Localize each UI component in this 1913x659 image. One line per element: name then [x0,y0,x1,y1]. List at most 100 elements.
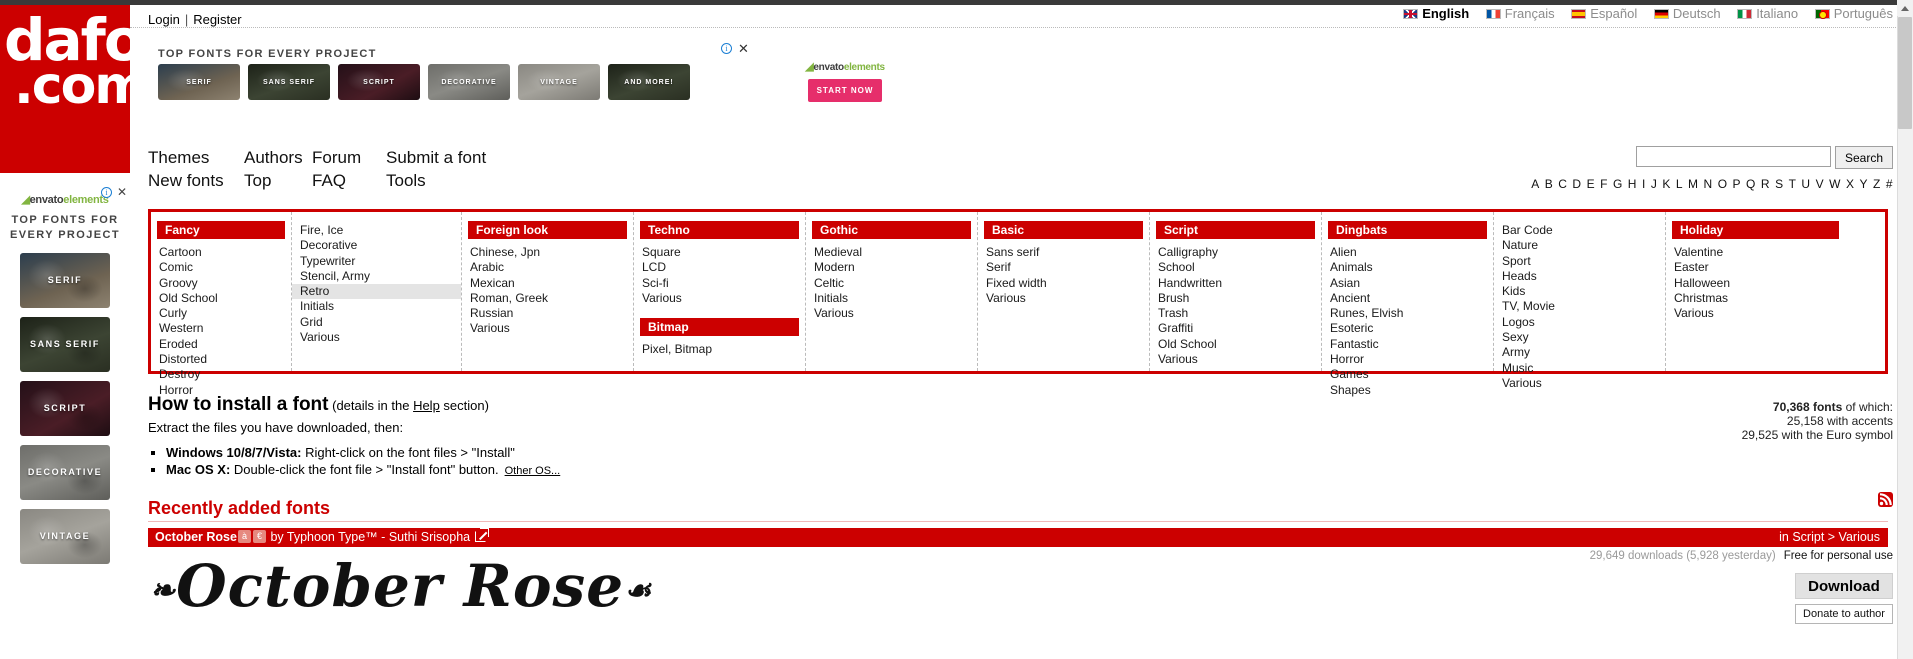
category-link-school[interactable]: School [1150,260,1321,275]
info-icon[interactable]: i [101,187,112,198]
sidebar-ad-card-sans-serif[interactable]: SANS SERIF [20,317,110,372]
category-link-curly[interactable]: Curly [151,306,291,321]
category-link-various[interactable]: Various [634,291,805,306]
language-english[interactable]: English [1403,6,1469,21]
language-italiano[interactable]: Italiano [1737,6,1798,21]
other-os-link[interactable]: Other OS... [505,465,561,477]
category-link-army[interactable]: Army [1494,345,1665,360]
alpha-link-x[interactable]: X [1846,177,1855,191]
banner-ad-card-vintage[interactable]: VINTAGE [518,64,600,100]
nav-item-themes[interactable]: Themes [148,148,244,168]
top-banner-advertisement[interactable]: TOP FONTS FOR EVERY PROJECT SERIF SANS S… [158,41,898,118]
category-link-animals[interactable]: Animals [1322,260,1493,275]
scrollbar-thumb[interactable] [1898,17,1912,129]
category-link-mexican[interactable]: Mexican [462,276,633,291]
sidebar-ad-card-script[interactable]: SCRIPT [20,381,110,436]
alpha-link-y[interactable]: Y [1859,177,1868,191]
category-link-shapes[interactable]: Shapes [1322,383,1493,398]
category-link-roman-greek[interactable]: Roman, Greek [462,291,633,306]
category-link-grid[interactable]: Grid [292,315,461,330]
alpha-link-r[interactable]: R [1761,177,1770,191]
category-link-groovy[interactable]: Groovy [151,276,291,291]
category-link-square[interactable]: Square [634,245,805,260]
rss-icon[interactable] [1878,492,1893,507]
category-link-modern[interactable]: Modern [806,260,977,275]
category-link-eroded[interactable]: Eroded [151,337,291,352]
category-link-initials[interactable]: Initials [292,299,461,314]
category-link-sport[interactable]: Sport [1494,254,1665,269]
alpha-link-p[interactable]: P [1733,177,1742,191]
register-link[interactable]: Register [193,12,241,27]
font-preview-image[interactable]: ❧October Rose☙ [150,552,651,642]
alpha-link-n[interactable]: N [1704,177,1713,191]
category-link-trash[interactable]: Trash [1150,306,1321,321]
help-link[interactable]: Help [413,398,440,413]
alpha-link-w[interactable]: W [1829,177,1841,191]
category-link-serif[interactable]: Serif [978,260,1149,275]
category-link-esoteric[interactable]: Esoteric [1322,321,1493,336]
nav-item-tools[interactable]: Tools [386,171,526,191]
alpha-link-u[interactable]: U [1801,177,1810,191]
alpha-link-l[interactable]: L [1676,177,1683,191]
category-link-lcd[interactable]: LCD [634,260,805,275]
alpha-link-hash[interactable]: # [1886,177,1893,191]
category-link-typewriter[interactable]: Typewriter [292,254,461,269]
category-link-medieval[interactable]: Medieval [806,245,977,260]
category-link-cartoon[interactable]: Cartoon [151,245,291,260]
category-header-fancy[interactable]: Fancy [157,221,285,239]
category-link-music[interactable]: Music [1494,361,1665,376]
category-link-tv-movie[interactable]: TV, Movie [1494,299,1665,314]
alpha-link-g[interactable]: G [1613,177,1623,191]
category-link-bar-code[interactable]: Bar Code [1494,223,1665,238]
banner-ad-card-sans-serif[interactable]: SANS SERIF [248,64,330,100]
nav-item-top[interactable]: Top [244,171,312,191]
language-portugues[interactable]: Português [1814,6,1893,21]
category-link-old-school[interactable]: Old School [151,291,291,306]
alpha-link-s[interactable]: S [1775,177,1784,191]
category-link-retro[interactable]: Retro [292,284,461,300]
category-header-dingbats[interactable]: Dingbats [1328,221,1487,239]
category-link-fire-ice[interactable]: Fire, Ice [292,223,461,238]
alpha-link-d[interactable]: D [1572,177,1581,191]
category-link-christmas[interactable]: Christmas [1666,291,1845,306]
category-link-fixed-width[interactable]: Fixed width [978,276,1149,291]
info-icon[interactable]: i [721,43,732,54]
category-link-horror[interactable]: Horror [1322,352,1493,367]
category-link-ancient[interactable]: Ancient [1322,291,1493,306]
nav-item-authors[interactable]: Authors [244,148,312,168]
category-header-techno[interactable]: Techno [640,221,799,239]
category-header-bitmap[interactable]: Bitmap [640,318,799,337]
category-link-sexy[interactable]: Sexy [1494,330,1665,345]
alpha-link-h[interactable]: H [1628,177,1637,191]
download-button[interactable]: Download [1795,573,1893,599]
alpha-link-e[interactable]: E [1587,177,1596,191]
alpha-link-c[interactable]: C [1558,177,1567,191]
category-header-holiday[interactable]: Holiday [1672,221,1839,239]
category-link-various[interactable]: Various [1494,376,1665,391]
category-link-various[interactable]: Various [462,321,633,336]
external-link-icon[interactable] [475,528,490,542]
language-francais[interactable]: Français [1485,6,1555,21]
category-link-heads[interactable]: Heads [1494,269,1665,284]
alpha-link-f[interactable]: F [1600,177,1608,191]
category-link-old-school[interactable]: Old School [1150,337,1321,352]
alpha-link-v[interactable]: V [1816,177,1825,191]
sidebar-ad-card-serif[interactable]: SERIF [20,253,110,308]
category-link-celtic[interactable]: Celtic [806,276,977,291]
category-link-games[interactable]: Games [1322,367,1493,382]
banner-ad-card-serif[interactable]: SERIF [158,64,240,100]
donate-to-author-button[interactable]: Donate to author [1795,604,1893,624]
category-link-russian[interactable]: Russian [462,306,633,321]
banner-ad-card-and-more[interactable]: AND MORE! [608,64,690,100]
category-link-various[interactable]: Various [1666,306,1845,321]
category-link-western[interactable]: Western [151,321,291,336]
close-icon[interactable]: ✕ [738,41,749,57]
alpha-link-b[interactable]: B [1545,177,1554,191]
alpha-link-m[interactable]: M [1688,177,1699,191]
nav-item-new-fonts[interactable]: New fonts [148,171,244,191]
font-author[interactable]: Typhoon Type™ - Suthi Srisopha [287,530,470,544]
login-link[interactable]: Login [148,12,180,27]
category-link-halloween[interactable]: Halloween [1666,276,1845,291]
category-link-kids[interactable]: Kids [1494,284,1665,299]
font-name[interactable]: October Rose [155,530,237,544]
